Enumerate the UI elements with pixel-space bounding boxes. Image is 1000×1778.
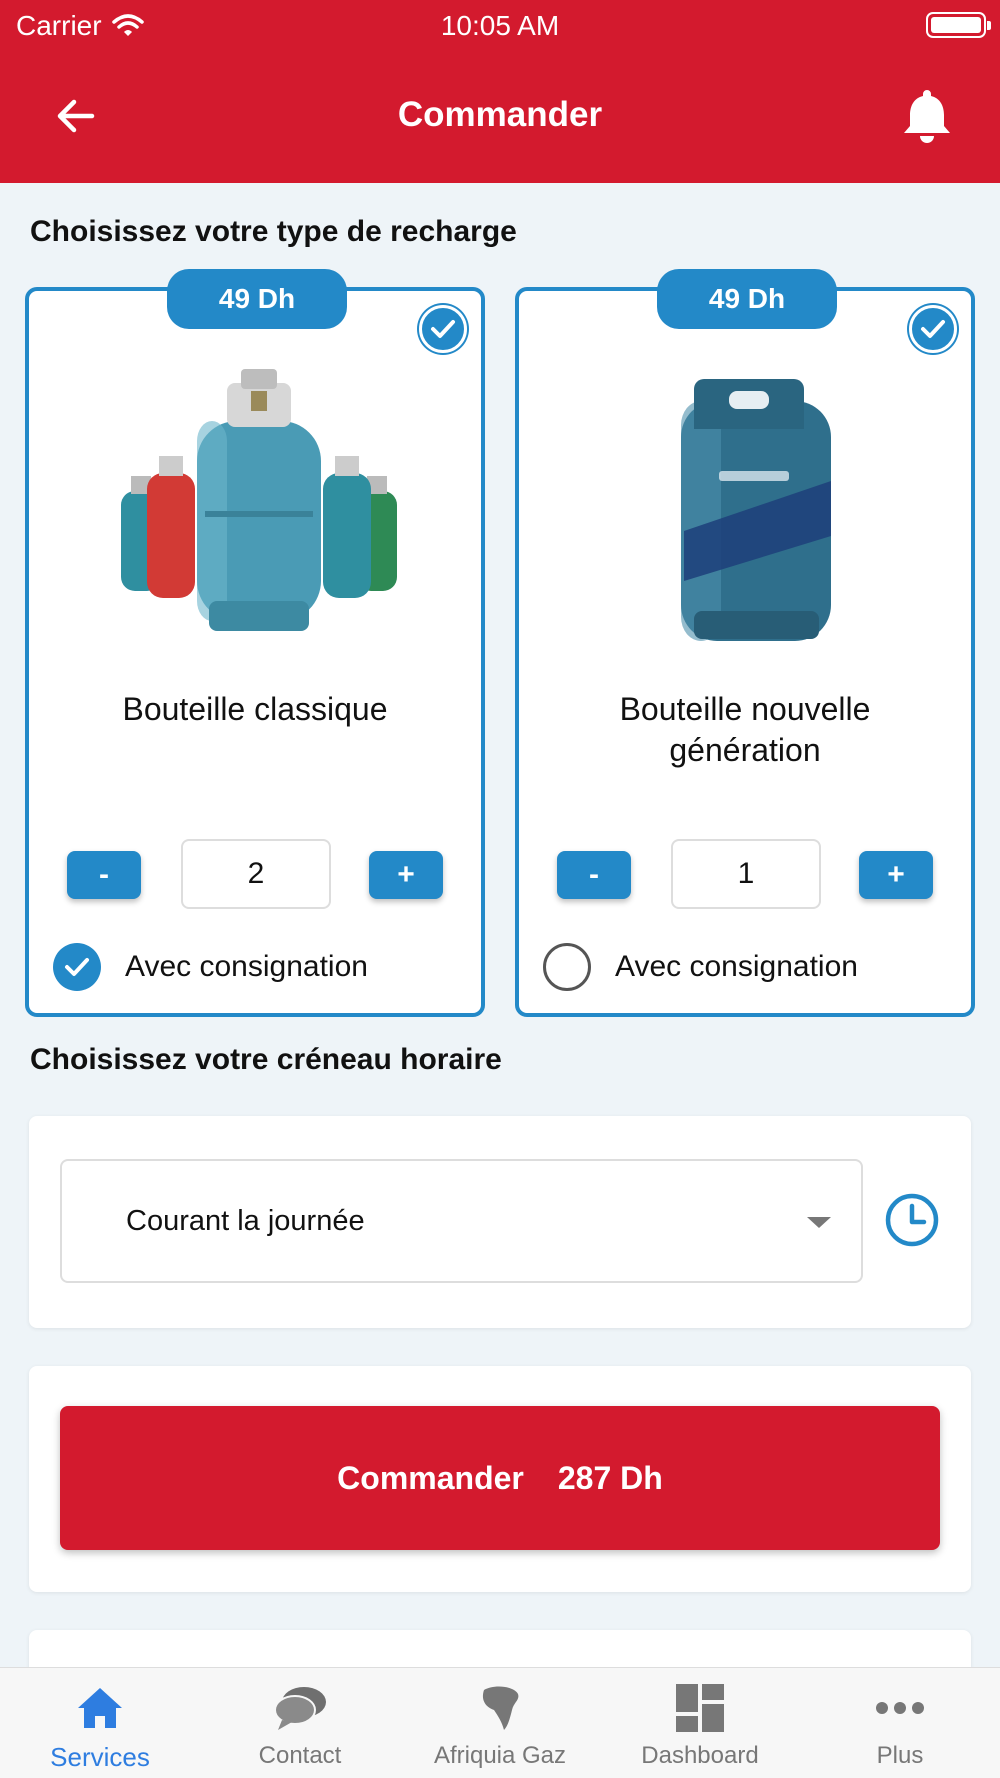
recharge-section-title: Choisissez votre type de recharge bbox=[30, 215, 517, 248]
increment-button[interactable]: + bbox=[859, 851, 933, 899]
order-button[interactable]: Commander 287 Dh bbox=[60, 1406, 940, 1550]
product-name: Bouteille classique bbox=[49, 689, 461, 730]
price-badge: 49 Dh bbox=[657, 269, 837, 329]
tab-dashboard[interactable]: Dashboard bbox=[600, 1668, 800, 1778]
decrement-button[interactable]: - bbox=[557, 851, 631, 899]
tab-label: Services bbox=[50, 1742, 150, 1772]
product-card-classic[interactable]: 49 Dh Bouteille classique - 2 + Avec con… bbox=[25, 269, 485, 1017]
dashboard-grid-icon bbox=[676, 1684, 724, 1732]
price-badge: 49 Dh bbox=[167, 269, 347, 329]
product-name: Bouteille nouvelle génération bbox=[539, 689, 951, 771]
consignation-label: Avec consignation bbox=[125, 950, 368, 983]
slot-panel: Courant la journée bbox=[29, 1116, 971, 1328]
africa-map-icon bbox=[482, 1686, 519, 1730]
chat-bubbles-icon bbox=[274, 1687, 326, 1730]
tab-label: Afriquia Gaz bbox=[433, 1742, 567, 1769]
tab-contact[interactable]: Contact bbox=[200, 1668, 400, 1778]
decrement-button[interactable]: - bbox=[67, 851, 141, 899]
order-panel: Commander 287 Dh bbox=[29, 1366, 971, 1592]
tab-label: Contact bbox=[258, 1742, 342, 1769]
tab-label: Dashboard bbox=[641, 1742, 759, 1769]
selected-check-icon[interactable] bbox=[419, 305, 467, 353]
consignation-label: Avec consignation bbox=[615, 950, 858, 983]
page-title: Commander bbox=[397, 95, 603, 134]
selected-check-icon[interactable] bbox=[909, 305, 957, 353]
caret-down-icon bbox=[807, 1217, 831, 1228]
consignation-option[interactable]: Avec consignation bbox=[53, 943, 368, 991]
tab-afriquia-gaz[interactable]: Afriquia Gaz bbox=[400, 1668, 600, 1778]
bottom-tab-bar: Services Contact Afriquia Gaz Dashboard … bbox=[0, 1667, 1000, 1778]
increment-button[interactable]: + bbox=[369, 851, 443, 899]
more-dots-icon bbox=[876, 1702, 924, 1714]
radio-unchecked-icon[interactable] bbox=[543, 943, 591, 991]
product-name-line2: génération bbox=[669, 732, 821, 768]
tab-label: Plus bbox=[876, 1742, 924, 1769]
clock-icon[interactable] bbox=[884, 1192, 940, 1248]
tab-plus[interactable]: Plus bbox=[800, 1668, 1000, 1778]
battery-icon bbox=[926, 12, 991, 38]
product-name-line1: Bouteille nouvelle bbox=[619, 691, 871, 727]
consignation-option[interactable]: Avec consignation bbox=[543, 943, 858, 991]
new-generation-gas-bottle-image bbox=[681, 379, 831, 641]
status-time: 10:05 AM bbox=[440, 10, 560, 41]
time-slot-select[interactable]: Courant la journée bbox=[60, 1159, 863, 1283]
home-icon bbox=[78, 1688, 122, 1728]
product-name-line1: Bouteille classique bbox=[122, 691, 388, 727]
time-slot-value: Courant la journée bbox=[126, 1205, 365, 1237]
quantity-input[interactable]: 2 bbox=[181, 839, 331, 909]
bell-icon[interactable] bbox=[900, 86, 954, 144]
tab-services[interactable]: Services bbox=[0, 1668, 200, 1778]
classic-gas-bottle-image bbox=[121, 369, 397, 631]
product-card-new-generation[interactable]: 49 Dh Bouteille nouvelle génération - 1 … bbox=[515, 269, 975, 1017]
radio-checked-icon[interactable] bbox=[53, 943, 101, 991]
order-total: 287 Dh bbox=[557, 1459, 663, 1496]
top-bar: Carrier 10:05 AM Commander bbox=[0, 0, 1000, 183]
order-button-label: Commander bbox=[337, 1459, 524, 1496]
quantity-input[interactable]: 1 bbox=[671, 839, 821, 909]
slot-section-title: Choisissez votre créneau horaire bbox=[30, 1043, 502, 1076]
